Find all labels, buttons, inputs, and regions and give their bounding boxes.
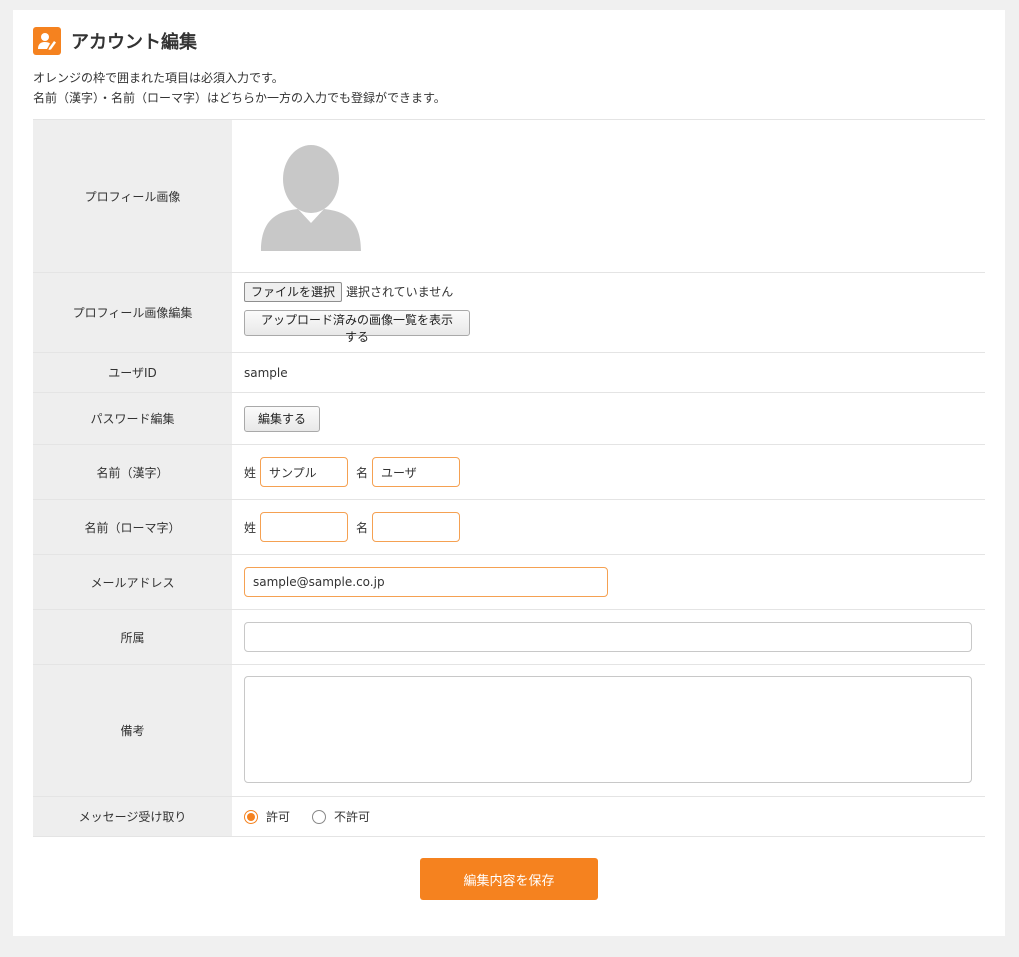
row-profile-image-edit: プロフィール画像編集 ファイルを選択 選択されていません アップロード済みの画像… — [33, 272, 985, 353]
description-line-1: オレンジの枠で囲まれた項目は必須入力です。 — [33, 71, 284, 85]
label-password: パスワード編集 — [33, 392, 232, 445]
label-user-id: ユーザID — [33, 352, 232, 393]
allow-radio-label[interactable]: 許可 — [266, 808, 290, 825]
row-user-id: ユーザID sample — [33, 352, 985, 393]
file-status: 選択されていません — [346, 285, 454, 299]
default-avatar-icon — [261, 145, 361, 251]
email-input[interactable] — [244, 567, 608, 597]
row-profile-image: プロフィール画像 — [33, 119, 985, 273]
row-affiliation: 所属 — [33, 609, 985, 665]
save-button[interactable]: 編集内容を保存 — [420, 858, 598, 900]
label-profile-image-edit: プロフィール画像編集 — [33, 272, 232, 353]
row-notes: 備考 — [33, 664, 985, 797]
affiliation-input[interactable] — [244, 622, 972, 652]
first-name-roman-input[interactable] — [372, 512, 461, 542]
label-message: メッセージ受け取り — [33, 796, 232, 837]
page-title: アカウント編集 — [71, 32, 197, 53]
first-name-label: 名 — [356, 520, 369, 535]
label-email: メールアドレス — [33, 554, 232, 610]
first-name-kanji-input[interactable] — [372, 457, 461, 487]
label-profile-image: プロフィール画像 — [33, 119, 232, 273]
notes-textarea[interactable] — [244, 675, 972, 783]
row-password: パスワード編集 編集する — [33, 392, 985, 445]
label-name-kanji: 名前（漢字） — [33, 444, 232, 500]
deny-radio[interactable] — [312, 809, 327, 824]
label-name-roman: 名前（ローマ字） — [33, 499, 232, 555]
account-form: プロフィール画像 プロフィール画像編集 ファイルを選択 選択されていません アッ… — [33, 119, 985, 837]
description-line-2: 名前（漢字）・名前（ローマ字）はどちらか一方の入力でも登録ができます。 — [33, 91, 446, 105]
last-name-label: 姓 — [244, 465, 257, 480]
row-message: メッセージ受け取り 許可 不許可 — [33, 796, 985, 837]
label-notes: 備考 — [33, 664, 232, 797]
choose-file-button[interactable]: ファイルを選択 — [244, 281, 343, 302]
user-edit-icon — [33, 27, 61, 55]
row-name-kanji: 名前（漢字） 姓 名 — [33, 444, 985, 500]
deny-radio-label[interactable]: 不許可 — [334, 808, 370, 825]
label-affiliation: 所属 — [33, 609, 232, 665]
last-name-roman-input[interactable] — [260, 512, 349, 542]
last-name-kanji-input[interactable] — [260, 457, 349, 487]
first-name-label: 名 — [356, 465, 369, 480]
allow-radio[interactable] — [244, 809, 258, 824]
account-edit-panel: アカウント編集 オレンジの枠で囲まれた項目は必須入力です。 名前（漢字）・名前（… — [13, 10, 1005, 936]
avatar — [256, 141, 366, 251]
edit-password-button[interactable]: 編集する — [244, 405, 320, 432]
last-name-label: 姓 — [244, 520, 257, 535]
user-id-value: sample — [232, 352, 985, 393]
page-header: アカウント編集 — [33, 26, 197, 56]
description: オレンジの枠で囲まれた項目は必須入力です。 名前（漢字）・名前（ローマ字）はどち… — [33, 68, 446, 108]
row-name-roman: 名前（ローマ字） 姓 名 — [33, 499, 985, 555]
show-uploaded-images-button[interactable]: アップロード済みの画像一覧を表示する — [244, 309, 470, 344]
row-email: メールアドレス — [33, 554, 985, 610]
